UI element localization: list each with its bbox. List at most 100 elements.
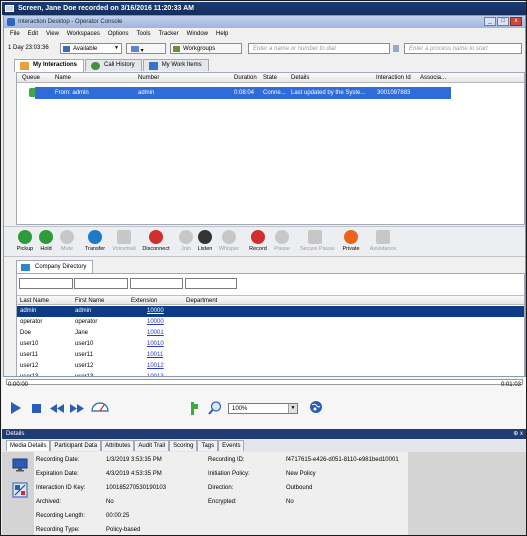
filter-first-name[interactable] [74, 278, 128, 289]
archived-value: No [106, 499, 114, 505]
menu-file[interactable]: File [10, 31, 20, 40]
menu-window[interactable]: Window [187, 31, 208, 40]
tab-call-history[interactable]: Call History [85, 59, 142, 71]
menu-tools[interactable]: Tools [137, 31, 151, 40]
call-control-bar: Pickup Hold Mute Transfer Voicemail Disc… [4, 226, 525, 257]
tab-my-work-items[interactable]: My Work Items [142, 59, 209, 71]
close-button[interactable]: x [510, 17, 522, 26]
col-duration[interactable]: Duration [234, 75, 257, 81]
extension-link[interactable]: 10000 [147, 308, 164, 314]
filter-extension[interactable] [130, 278, 183, 289]
recording-id-value: f4717615-e426-d051-8110-e981bed10001 [286, 457, 399, 463]
playback-position: 0:00:00 [8, 382, 29, 388]
pause-button[interactable]: Pause [267, 230, 297, 252]
menu-tracker[interactable]: Tracker [159, 31, 179, 40]
col-name[interactable]: Name [55, 75, 71, 81]
tab-scoring[interactable]: Scoring [169, 440, 198, 451]
col-association[interactable]: Associa... [420, 75, 446, 81]
playback-controls: 0:00:00 0:01:03 100% ▼ [2, 377, 526, 429]
globe-button[interactable] [309, 400, 323, 416]
status-dropdown[interactable]: Available ▼ [60, 43, 122, 54]
extension-link[interactable]: 10010 [147, 341, 164, 347]
last-name: user10 [20, 341, 39, 347]
interaction-state: Conne... [263, 90, 286, 96]
play-button[interactable] [10, 401, 22, 417]
menu-options[interactable]: Options [108, 31, 129, 40]
button-label: Whisper [218, 246, 240, 252]
col-extension[interactable]: Extension [131, 298, 157, 304]
extension-link[interactable]: 10000 [147, 319, 164, 325]
directory-row[interactable]: Doe Jane 10001 [17, 328, 524, 339]
media-details-panel: Recording Date: 1/3/2019 3:53:35 PM Expi… [2, 452, 526, 535]
details-header: Details ⊕ x [2, 429, 526, 439]
dial-input[interactable]: Enter a name or number to dial [248, 43, 390, 54]
interactions-list: Queue Name Number Duration State Details… [16, 72, 525, 225]
extension-link[interactable]: 10011 [147, 352, 163, 358]
tab-label: My Work Items [161, 62, 202, 68]
directory-row[interactable]: user10 user10 10010 [17, 339, 524, 350]
tab-label: Company Directory [35, 264, 87, 270]
button-label: Secure Pause [300, 246, 335, 252]
mute-button[interactable]: Mute [52, 230, 82, 252]
tab-events[interactable]: Events [218, 440, 245, 451]
filter-department[interactable] [185, 278, 237, 289]
stop-button[interactable] [32, 404, 41, 415]
filter-last-name[interactable] [19, 278, 73, 289]
console-title: Interaction Desktop - Operator Console [18, 19, 123, 25]
tab-my-interactions[interactable]: My Interactions [14, 59, 85, 72]
extension-link[interactable]: 10012 [147, 363, 164, 369]
extension-link[interactable]: 10001 [147, 330, 164, 336]
menu-help[interactable]: Help [216, 31, 228, 40]
directory-row[interactable]: operator operator 10000 [17, 317, 524, 328]
interaction-details: Last updated by the Syste... [291, 90, 366, 96]
tab-company-directory[interactable]: Company Directory [16, 260, 94, 273]
menu-view[interactable]: View [46, 31, 59, 40]
minimize-button[interactable]: _ [484, 17, 496, 26]
status-time: 1 Day 23:03:36 [8, 45, 49, 51]
menu-workspaces[interactable]: Workspaces [67, 31, 100, 40]
menu-edit[interactable]: Edit [28, 31, 38, 40]
work-items-icon [148, 62, 158, 70]
interaction-row[interactable]: From: admin admin 0:08:04 Conne... Last … [35, 87, 451, 99]
tab-attributes[interactable]: Attributes [101, 440, 135, 451]
directory-row[interactable]: user11 user11 10011 [17, 350, 524, 361]
chevron-down-icon: ▾ [140, 48, 144, 54]
col-number[interactable]: Number [138, 75, 159, 81]
col-department[interactable]: Department [186, 298, 217, 304]
voicemail-button[interactable]: Voicemail [109, 230, 139, 252]
zoom-button[interactable] [208, 401, 222, 417]
assistance-button[interactable]: Assistance [368, 230, 398, 252]
speed-button[interactable] [90, 399, 110, 415]
fast-forward-button[interactable] [70, 404, 84, 415]
seek-bar[interactable] [6, 379, 523, 385]
tab-tags[interactable]: Tags [197, 440, 219, 451]
disconnect-button[interactable]: Disconnect [141, 230, 171, 252]
annotation-button[interactable] [189, 402, 199, 417]
view-selector[interactable]: ▾ [126, 43, 166, 54]
maximize-button[interactable]: □ [497, 17, 509, 26]
tab-audit-trail[interactable]: Audit Trail [134, 440, 170, 451]
col-state[interactable]: State [263, 75, 277, 81]
private-button[interactable]: Private [336, 230, 366, 252]
col-interaction-id[interactable]: Interaction Id [376, 75, 411, 81]
pin-close-icon[interactable]: ⊕ x [513, 430, 523, 437]
directory-row[interactable]: user12 user12 10012 [17, 361, 524, 372]
col-last-name[interactable]: Last Name [20, 298, 49, 304]
tab-label: Call History [104, 62, 135, 68]
screen-layout-icon [12, 482, 28, 498]
col-queue[interactable]: Queue [22, 75, 40, 81]
rewind-button[interactable] [50, 404, 64, 415]
directory-row[interactable]: admin admin 10000 [17, 306, 524, 317]
tab-media-details[interactable]: Media Details [6, 440, 51, 451]
col-first-name[interactable]: First Name [75, 298, 104, 304]
menu-bar: File Edit View Workspaces Options Tools … [4, 29, 525, 40]
process-input[interactable]: Enter a process name to start [404, 43, 522, 54]
transfer-button[interactable]: Transfer [80, 230, 110, 252]
assistance-icon [376, 230, 390, 244]
col-details[interactable]: Details [291, 75, 309, 81]
workgroups-dropdown[interactable]: Workgroups [170, 43, 242, 54]
zoom-select[interactable]: 100% ▼ [228, 403, 298, 414]
secure-pause-button[interactable]: Secure Pause [300, 230, 335, 252]
whisper-button[interactable]: Whisper [214, 230, 244, 252]
tab-participant-data[interactable]: Participant Data [50, 440, 102, 451]
